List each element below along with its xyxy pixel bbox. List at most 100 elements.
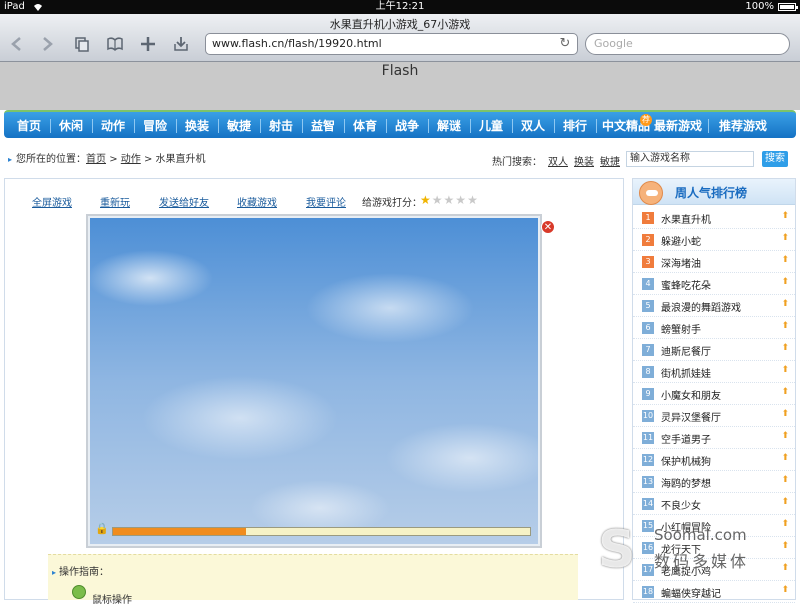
- flash-label: Flash: [381, 63, 419, 79]
- star-icon[interactable]: ★: [420, 193, 432, 207]
- ranking-row[interactable]: 8 街机抓娃娃 ⬆: [633, 361, 795, 383]
- mouse-icon: [72, 585, 86, 599]
- rank-number: 10: [642, 410, 654, 422]
- rank-game-name[interactable]: 不良少女: [661, 497, 701, 512]
- nav-item[interactable]: 休闲: [52, 116, 90, 136]
- watermark-domain: Soomal.com: [654, 526, 747, 544]
- favorite-link[interactable]: 收藏游戏: [237, 194, 277, 209]
- rank-game-name[interactable]: 小魔女和朋友: [661, 387, 721, 402]
- search-input[interactable]: Google: [585, 33, 790, 55]
- browser-toolbar: 水果直升机小游戏_67小游戏 www.flash.cn/flash/19920.…: [0, 14, 800, 62]
- rank-number: 6: [642, 322, 654, 334]
- rank-number: 11: [642, 432, 654, 444]
- rating-stars[interactable]: ★★★★★: [420, 193, 479, 207]
- pages-icon[interactable]: [71, 34, 93, 54]
- ranking-row[interactable]: 13 海鸥的梦想 ⬆: [633, 471, 795, 493]
- arrow-icon: ▸: [8, 155, 13, 164]
- nav-item[interactable]: 射击: [262, 116, 300, 136]
- nav-item[interactable]: 战争: [388, 116, 426, 136]
- hot-link[interactable]: 换装: [574, 157, 594, 168]
- rank-number: 14: [642, 498, 654, 510]
- rank-game-name[interactable]: 最浪漫的舞蹈游戏: [661, 299, 741, 314]
- nav-item[interactable]: 最新游戏: [650, 116, 706, 136]
- ranking-row[interactable]: 5 最浪漫的舞蹈游戏 ⬆: [633, 295, 795, 317]
- trend-up-icon: ⬆: [781, 365, 789, 375]
- rank-number: 4: [642, 278, 654, 290]
- url-field[interactable]: www.flash.cn/flash/19920.html ↻: [205, 33, 578, 55]
- trend-up-icon: ⬆: [781, 277, 789, 287]
- ranking-row[interactable]: 3 深海堵油 ⬆: [633, 251, 795, 273]
- nav-item[interactable]: 益智: [304, 116, 342, 136]
- close-icon[interactable]: ✕: [541, 220, 555, 234]
- ranking-row[interactable]: 12 保护机械狗 ⬆: [633, 449, 795, 471]
- rank-game-name[interactable]: 深海堵油: [661, 255, 701, 270]
- rank-game-name[interactable]: 灵异汉堡餐厅: [661, 409, 721, 424]
- nav-item[interactable]: 冒险: [136, 116, 174, 136]
- ranking-row[interactable]: 4 蜜蜂吃花朵 ⬆: [633, 273, 795, 295]
- ranking-row[interactable]: 6 螃蟹射手 ⬆: [633, 317, 795, 339]
- rank-game-name[interactable]: 躲避小蛇: [661, 233, 701, 248]
- rank-game-name[interactable]: 蜜蜂吃花朵: [661, 277, 711, 292]
- nav-item[interactable]: 双人: [514, 116, 552, 136]
- trend-up-icon: ⬆: [781, 387, 789, 397]
- nav-item[interactable]: 换装: [178, 116, 216, 136]
- nav-item[interactable]: 动作: [94, 116, 132, 136]
- back-arrow-icon[interactable]: [6, 34, 28, 54]
- nav-item[interactable]: 排行: [556, 116, 594, 136]
- nav-item[interactable]: 体育: [346, 116, 384, 136]
- nav-item[interactable]: 解谜: [430, 116, 468, 136]
- rank-game-name[interactable]: 空手道男子: [661, 431, 711, 446]
- download-icon[interactable]: [170, 34, 192, 54]
- game-search-input[interactable]: 输入游戏名称: [626, 151, 754, 167]
- rank-number: 12: [642, 454, 654, 466]
- rank-game-name[interactable]: 保护机械狗: [661, 453, 711, 468]
- ranking-row[interactable]: 7 迪斯尼餐厅 ⬆: [633, 339, 795, 361]
- replay-link[interactable]: 重新玩: [100, 194, 130, 209]
- trend-up-icon: ⬆: [781, 409, 789, 419]
- forward-arrow-icon[interactable]: [36, 34, 58, 54]
- ranking-header: 周人气排行榜: [633, 179, 795, 205]
- star-icon[interactable]: ★: [432, 193, 444, 207]
- status-bar: iPad 上午12:21 100%: [0, 0, 800, 14]
- mascot-icon: [639, 181, 663, 205]
- rank-game-name[interactable]: 街机抓娃娃: [661, 365, 711, 380]
- rank-game-name[interactable]: 水果直升机: [661, 211, 711, 226]
- rank-game-name[interactable]: 海鸥的梦想: [661, 475, 711, 490]
- search-button[interactable]: 搜索: [762, 151, 788, 167]
- ranking-row[interactable]: 10 灵异汉堡餐厅 ⬆: [633, 405, 795, 427]
- rank-game-name[interactable]: 螃蟹射手: [661, 321, 701, 336]
- star-icon[interactable]: ★: [444, 193, 456, 207]
- trend-up-icon: ⬆: [781, 453, 789, 463]
- progress-fill: [113, 528, 247, 535]
- ranking-title: 周人气排行榜: [675, 186, 748, 200]
- star-icon[interactable]: ★: [455, 193, 467, 207]
- breadcrumb-category[interactable]: 动作: [121, 154, 141, 165]
- arrow-icon: ▸: [52, 568, 57, 577]
- breadcrumb-home[interactable]: 首页: [86, 154, 106, 165]
- comment-link[interactable]: 我要评论: [306, 194, 346, 209]
- share-link[interactable]: 发送给好友: [159, 194, 209, 209]
- loading-progress: [112, 527, 531, 536]
- nav-item[interactable]: 推荐游戏: [712, 116, 774, 136]
- lock-icon: 🔒: [95, 522, 109, 535]
- fullscreen-link[interactable]: 全屏游戏: [32, 194, 72, 209]
- ranking-row[interactable]: 2 躲避小蛇 ⬆: [633, 229, 795, 251]
- hot-link[interactable]: 双人: [548, 157, 568, 168]
- ranking-row[interactable]: 11 空手道男子 ⬆: [633, 427, 795, 449]
- reload-icon[interactable]: ↻: [557, 35, 573, 51]
- nav-item[interactable]: 儿童: [472, 116, 510, 136]
- rank-game-name[interactable]: 迪斯尼餐厅: [661, 343, 711, 358]
- status-time: 上午12:21: [375, 1, 425, 12]
- ranking-row[interactable]: 14 不良少女 ⬆: [633, 493, 795, 515]
- ranking-row[interactable]: 1 水果直升机 ⬆: [633, 207, 795, 229]
- hot-link[interactable]: 敏捷: [600, 157, 620, 168]
- star-icon[interactable]: ★: [467, 193, 479, 207]
- nav-item[interactable]: 敏捷: [220, 116, 258, 136]
- bookmarks-icon[interactable]: [104, 34, 126, 54]
- nav-item[interactable]: 首页: [10, 116, 48, 136]
- game-canvas[interactable]: [86, 214, 542, 548]
- battery-percent: 100%: [745, 1, 774, 12]
- category-nav: 首页 休闲 动作 冒险 换装 敏捷 射击 益智 体育 战争 解谜 儿童 双人 排…: [4, 110, 796, 138]
- add-icon[interactable]: [137, 34, 159, 54]
- ranking-row[interactable]: 9 小魔女和朋友 ⬆: [633, 383, 795, 405]
